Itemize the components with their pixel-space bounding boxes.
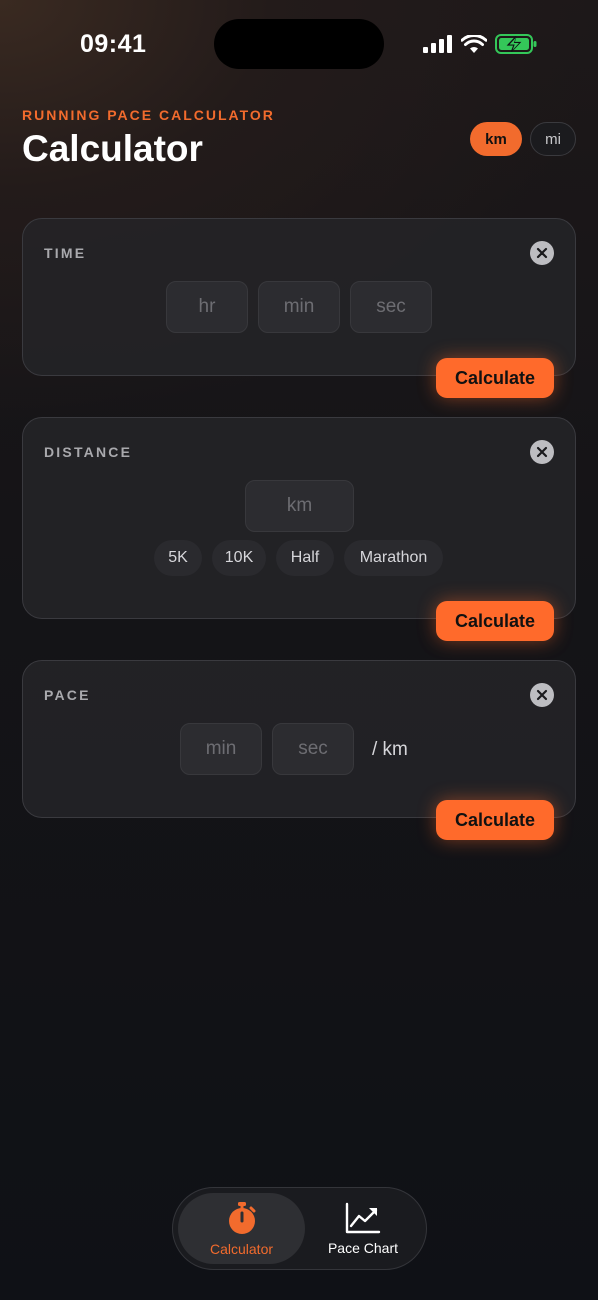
unit-km-button[interactable]: km (470, 122, 522, 156)
tab-calculator-label: Calculator (209, 1240, 274, 1257)
unit-toggle: km mi (470, 122, 576, 156)
status-icons (423, 30, 537, 58)
minutes-field (258, 281, 340, 333)
seconds-field (350, 281, 432, 333)
preset-half-chip[interactable]: Half (276, 540, 334, 576)
hours-input[interactable] (167, 281, 247, 333)
close-icon (536, 689, 548, 701)
hours-field (166, 281, 248, 333)
status-time: 09:41 (80, 30, 147, 58)
pace-minutes-field (180, 723, 262, 775)
calculate-distance-button[interactable]: Calculate (436, 601, 554, 641)
tab-pace-chart[interactable]: Pace Chart (303, 1193, 423, 1264)
close-icon (536, 446, 548, 458)
app-eyebrow: RUNNING PACE CALCULATOR (22, 107, 275, 123)
pace-minutes-input[interactable] (181, 723, 261, 775)
pace-card: PACE / km (22, 660, 576, 818)
calculate-pace-button[interactable]: Calculate (436, 800, 554, 840)
seconds-input[interactable] (351, 281, 431, 333)
tab-bar: Calculator Pace Chart (172, 1187, 427, 1270)
unit-mi-button[interactable]: mi (530, 122, 576, 156)
wifi-icon (461, 34, 487, 53)
distance-clear-button[interactable] (530, 440, 554, 464)
preset-marathon-chip[interactable]: Marathon (344, 540, 443, 576)
pace-card-label: PACE (44, 687, 91, 703)
pace-clear-button[interactable] (530, 683, 554, 707)
close-icon (536, 247, 548, 259)
pace-seconds-field (272, 723, 354, 775)
pace-unit-suffix: / km (372, 739, 408, 760)
pace-seconds-input[interactable] (273, 723, 353, 775)
distance-input[interactable] (246, 480, 353, 532)
distance-field (245, 480, 354, 532)
distance-card: DISTANCE (22, 417, 576, 619)
time-clear-button[interactable] (530, 241, 554, 265)
signal-icon (423, 35, 452, 53)
preset-5k-chip[interactable]: 5K (154, 540, 202, 576)
tab-pace-chart-label: Pace Chart (327, 1239, 399, 1256)
page-title: Calculator (22, 128, 203, 169)
time-card-label: TIME (44, 245, 87, 261)
preset-10k-chip[interactable]: 10K (212, 540, 266, 576)
stopwatch-icon (228, 1201, 255, 1234)
minutes-input[interactable] (259, 281, 339, 333)
calculate-time-button[interactable]: Calculate (436, 358, 554, 398)
tab-calculator[interactable]: Calculator (178, 1193, 305, 1264)
battery-charging-icon (495, 34, 537, 54)
line-chart-icon (345, 1202, 381, 1233)
distance-card-label: DISTANCE (44, 444, 133, 460)
time-card: TIME (22, 218, 576, 376)
dynamic-island (214, 19, 384, 69)
